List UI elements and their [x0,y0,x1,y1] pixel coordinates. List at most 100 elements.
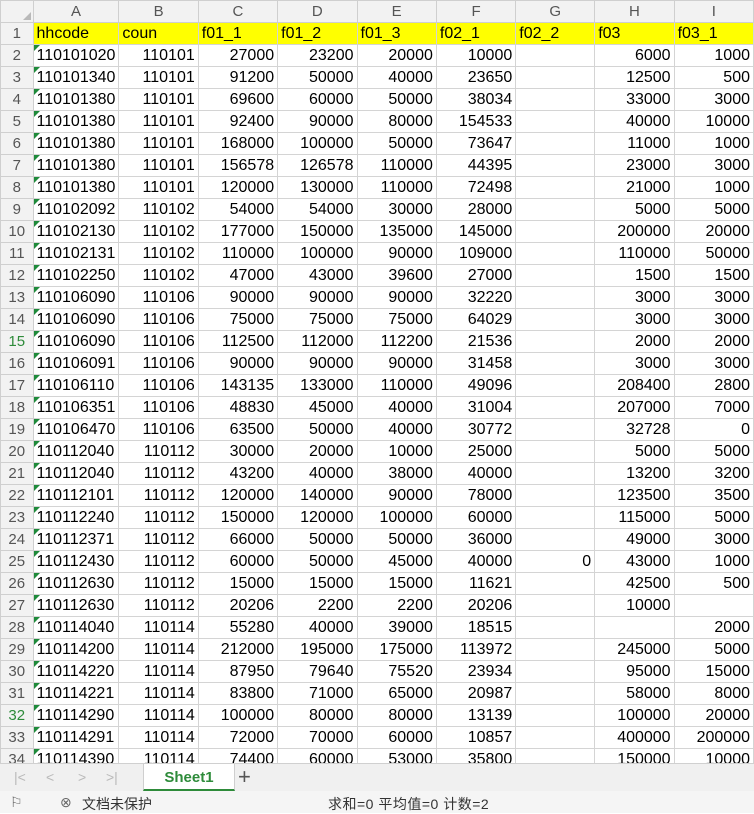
grid-cell[interactable]: 90000 [356,242,437,265]
grid-cell[interactable]: 60000 [197,550,279,573]
grid-cell[interactable]: 110102092 [32,198,120,221]
grid-cell[interactable]: 80000 [356,704,437,727]
grid-cell[interactable]: 40000 [435,550,517,573]
grid-cell[interactable]: 110106 [118,418,199,441]
grid-cell[interactable] [515,374,596,397]
row-header[interactable]: 31 [0,682,34,705]
grid-cell[interactable]: 71000 [277,682,358,705]
grid-cell[interactable]: 207000 [594,396,675,419]
grid-cell[interactable] [515,704,596,727]
grid-cell[interactable]: 45000 [277,396,358,419]
grid-cell[interactable]: 109000 [435,242,517,265]
grid-cell[interactable]: 50000 [277,66,358,89]
grid-cell[interactable]: 110101 [118,88,199,111]
grid-cell[interactable]: 5000 [594,198,675,221]
grid-cell[interactable]: 400000 [594,726,675,749]
grid-cell[interactable] [515,594,596,617]
row-header[interactable]: 6 [0,132,34,155]
grid-cell[interactable]: 245000 [594,638,675,661]
grid-cell[interactable]: 112200 [356,330,437,353]
grid-cell[interactable]: 110106090 [32,286,120,309]
grid-cell[interactable]: 75000 [356,308,437,331]
grid-cell[interactable] [515,154,596,177]
grid-cell[interactable]: 110114 [118,660,199,683]
grid-cell[interactable]: 66000 [197,528,279,551]
grid-cell[interactable] [515,308,596,331]
grid-cell[interactable]: 3000 [673,352,754,375]
grid-cell[interactable]: 31458 [435,352,517,375]
grid-cell[interactable]: 15000 [356,572,437,595]
grid-cell[interactable]: 47000 [197,264,279,287]
grid-cell[interactable]: 3000 [594,308,675,331]
grid-cell[interactable]: 5000 [673,198,754,221]
grid-cell[interactable]: 32220 [435,286,517,309]
header-cell[interactable]: f03 [594,22,675,45]
grid-cell[interactable]: 5000 [594,440,675,463]
grid-cell[interactable]: 145000 [435,220,517,243]
grid-cell[interactable]: 110112 [118,594,199,617]
grid-cell[interactable]: 40000 [277,616,358,639]
prev-sheet-icon[interactable]: < [46,769,54,785]
grid-cell[interactable]: 40000 [277,462,358,485]
row-header[interactable]: 26 [0,572,34,595]
grid-cell[interactable]: 21000 [594,176,675,199]
row-header[interactable]: 32 [0,704,34,727]
header-cell[interactable]: f02_1 [435,22,517,45]
grid-cell[interactable]: 112500 [197,330,279,353]
column-header-b[interactable]: B [118,0,199,23]
column-header-i[interactable]: I [673,0,754,23]
column-header-e[interactable]: E [356,0,437,23]
grid-cell[interactable]: 195000 [277,638,358,661]
row-header[interactable]: 2 [0,44,34,67]
grid-cell[interactable]: 64029 [435,308,517,331]
grid-cell[interactable]: 100000 [356,506,437,529]
grid-cell[interactable]: 1500 [673,264,754,287]
grid-cell[interactable]: 53000 [356,748,437,763]
grid-cell[interactable]: 1000 [673,132,754,155]
grid-cell[interactable] [515,638,596,661]
grid-cell[interactable]: 200000 [673,726,754,749]
grid-cell[interactable]: 5000 [673,506,754,529]
grid-cell[interactable]: 110114 [118,704,199,727]
grid-cell[interactable]: 13200 [594,462,675,485]
grid-cell[interactable]: 3000 [673,308,754,331]
grid-cell[interactable]: 50000 [356,528,437,551]
header-cell[interactable]: f03_1 [673,22,754,45]
grid-cell[interactable]: 110114 [118,638,199,661]
grid-cell[interactable]: 11000 [594,132,675,155]
grid-cell[interactable]: 87950 [197,660,279,683]
grid-cell[interactable]: 1000 [673,550,754,573]
grid-cell[interactable]: 110112430 [32,550,120,573]
grid-cell[interactable]: 1500 [594,264,675,287]
grid-cell[interactable]: 500 [673,572,754,595]
grid-cell[interactable]: 23200 [277,44,358,67]
grid-cell[interactable]: 110112 [118,506,199,529]
grid-cell[interactable] [515,660,596,683]
grid-cell[interactable]: 133000 [277,374,358,397]
last-sheet-icon[interactable]: >| [106,769,118,785]
row-header[interactable]: 8 [0,176,34,199]
grid-cell[interactable]: 69600 [197,88,279,111]
grid-cell[interactable]: 115000 [594,506,675,529]
row-header[interactable]: 18 [0,396,34,419]
row-header[interactable]: 3 [0,66,34,89]
grid-cell[interactable] [515,682,596,705]
grid-cell[interactable]: 110102130 [32,220,120,243]
grid-cell[interactable]: 23000 [594,154,675,177]
grid-cell[interactable]: 2000 [673,616,754,639]
grid-cell[interactable]: 36000 [435,528,517,551]
add-sheet-button[interactable]: + [238,765,251,789]
row-header[interactable]: 19 [0,418,34,441]
grid-cell[interactable]: 3500 [673,484,754,507]
grid-cell[interactable]: 3000 [673,286,754,309]
grid-cell[interactable]: 110101 [118,154,199,177]
grid-cell[interactable]: 45000 [356,550,437,573]
row-header[interactable]: 28 [0,616,34,639]
grid-cell[interactable]: 110106 [118,374,199,397]
grid-cell[interactable]: 15000 [197,572,279,595]
grid-cell[interactable]: 110114390 [32,748,120,763]
grid-cell[interactable]: 100000 [594,704,675,727]
row-header[interactable]: 11 [0,242,34,265]
grid-cell[interactable]: 2200 [356,594,437,617]
spreadsheet-grid[interactable]: ABCDEFGHI 1 hhcode coun f01_1 f01_2 f01_3 f02_… [0,0,754,763]
